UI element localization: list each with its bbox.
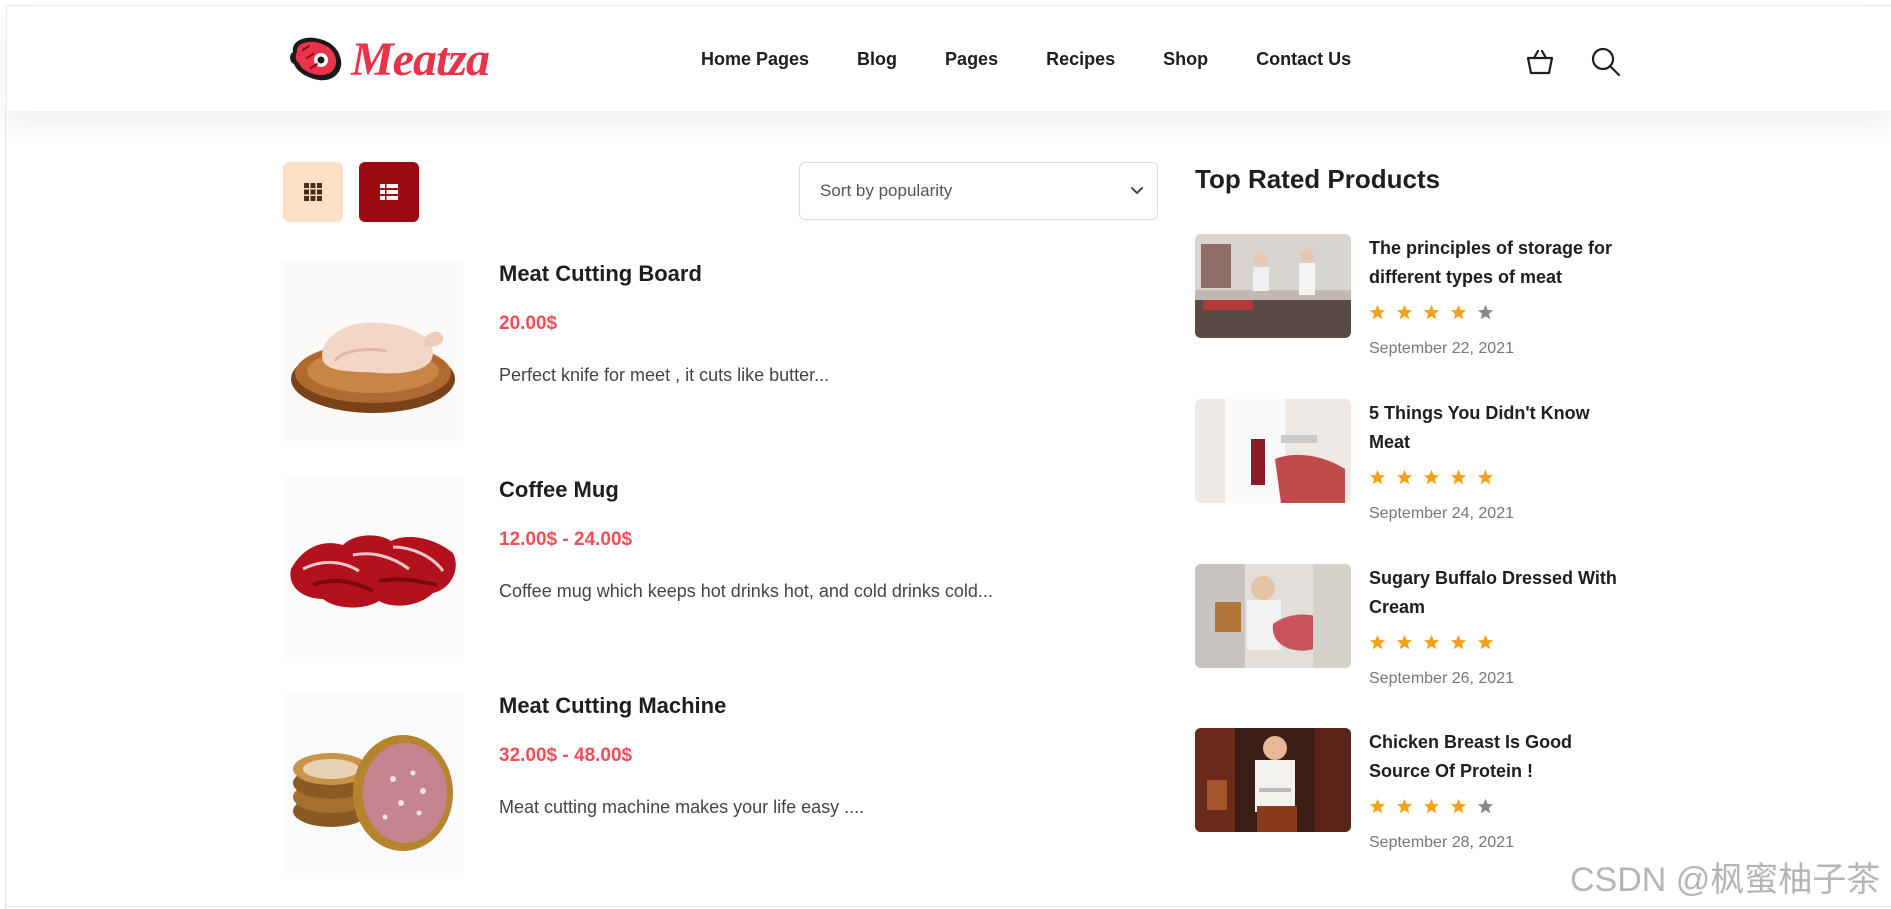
product-image-meat-cutting-board[interactable] bbox=[283, 261, 463, 441]
star-icon bbox=[1450, 304, 1467, 320]
chevron-down-icon bbox=[1131, 187, 1143, 194]
star-icon bbox=[1450, 634, 1467, 650]
star-rating bbox=[1369, 798, 1494, 815]
star-icon bbox=[1396, 304, 1413, 320]
star-rating bbox=[1369, 634, 1494, 651]
product-description: Coffee mug which keeps hot drinks hot, a… bbox=[499, 581, 993, 601]
star-icon bbox=[1450, 798, 1467, 814]
nav-pages[interactable]: Pages bbox=[945, 49, 998, 70]
star-icon bbox=[1423, 798, 1440, 814]
top-rated-title[interactable]: Sugary Buffalo Dressed With Cream bbox=[1369, 564, 1629, 622]
star-icon bbox=[1477, 469, 1494, 485]
watermark-text: CSDN @枫蜜柚子茶 bbox=[1570, 861, 1881, 899]
product-title[interactable]: Coffee Mug bbox=[499, 477, 619, 503]
star-icon bbox=[1450, 469, 1467, 485]
product-price: 20.00$ bbox=[499, 313, 558, 334]
site-header: Meatza Home Pages Blog Pages Recipes Sho… bbox=[6, 5, 1891, 111]
product-description: Meat cutting machine makes your life eas… bbox=[499, 797, 865, 817]
grid-view-icon bbox=[304, 183, 322, 201]
page-border-bottom bbox=[5, 906, 1891, 907]
top-rated-thumbnail[interactable] bbox=[1195, 399, 1351, 503]
top-rated-title[interactable]: Chicken Breast Is Good Source Of Protein… bbox=[1369, 728, 1629, 786]
star-icon bbox=[1477, 634, 1494, 650]
star-icon bbox=[1396, 634, 1413, 650]
main-nav: Home Pages Blog Pages Recipes Shop Conta… bbox=[701, 49, 1351, 70]
nav-shop[interactable]: Shop bbox=[1163, 49, 1208, 70]
top-rated-date: September 28, 2021 bbox=[1369, 834, 1514, 851]
nav-recipes[interactable]: Recipes bbox=[1046, 49, 1115, 70]
star-icon bbox=[1396, 798, 1413, 814]
top-rated-date: September 24, 2021 bbox=[1369, 505, 1514, 522]
star-icon bbox=[1369, 798, 1386, 814]
star-icon bbox=[1423, 634, 1440, 650]
search-icon[interactable] bbox=[1590, 46, 1622, 78]
nav-contact-us[interactable]: Contact Us bbox=[1256, 49, 1351, 70]
cart-icon[interactable] bbox=[1524, 46, 1556, 78]
product-title[interactable]: Meat Cutting Machine bbox=[499, 693, 726, 719]
list-view-icon bbox=[380, 184, 398, 200]
top-rated-thumbnail[interactable] bbox=[1195, 234, 1351, 338]
page-border-left bbox=[5, 110, 6, 909]
site-logo[interactable]: Meatza bbox=[287, 32, 490, 88]
top-rated-heading: Top Rated Products bbox=[1195, 164, 1441, 194]
star-icon bbox=[1423, 304, 1440, 320]
logo-text: Meatza bbox=[351, 33, 490, 86]
top-rated-title[interactable]: The principles of storage for different … bbox=[1369, 234, 1629, 292]
star-icon bbox=[1477, 304, 1494, 320]
product-description: Perfect knife for meet , it cuts like bu… bbox=[499, 365, 830, 385]
star-icon bbox=[1369, 469, 1386, 485]
sort-selected-value: Sort by popularity bbox=[820, 181, 953, 200]
star-rating bbox=[1369, 469, 1494, 486]
top-rated-date: September 26, 2021 bbox=[1369, 670, 1514, 687]
steak-logo-icon bbox=[290, 37, 342, 81]
star-icon bbox=[1369, 304, 1386, 320]
product-image-meat-cutting-machine[interactable] bbox=[283, 693, 463, 873]
product-image-coffee-mug[interactable] bbox=[283, 477, 463, 657]
star-icon bbox=[1396, 469, 1413, 485]
sort-select[interactable]: Sort by popularity bbox=[799, 162, 1158, 220]
grid-view-button[interactable] bbox=[283, 162, 343, 222]
top-rated-thumbnail[interactable] bbox=[1195, 728, 1351, 832]
list-view-button[interactable] bbox=[359, 162, 419, 222]
star-icon bbox=[1369, 634, 1386, 650]
product-price: 12.00$ - 24.00$ bbox=[499, 529, 633, 550]
star-icon bbox=[1477, 798, 1494, 814]
nav-blog[interactable]: Blog bbox=[857, 49, 897, 70]
product-price: 32.00$ - 48.00$ bbox=[499, 745, 633, 766]
star-rating bbox=[1369, 304, 1494, 321]
star-icon bbox=[1423, 469, 1440, 485]
top-rated-date: September 22, 2021 bbox=[1369, 340, 1514, 357]
top-rated-title[interactable]: 5 Things You Didn't Know Meat bbox=[1369, 399, 1629, 457]
top-rated-thumbnail[interactable] bbox=[1195, 564, 1351, 668]
nav-home-pages[interactable]: Home Pages bbox=[701, 49, 809, 70]
product-title[interactable]: Meat Cutting Board bbox=[499, 261, 702, 287]
